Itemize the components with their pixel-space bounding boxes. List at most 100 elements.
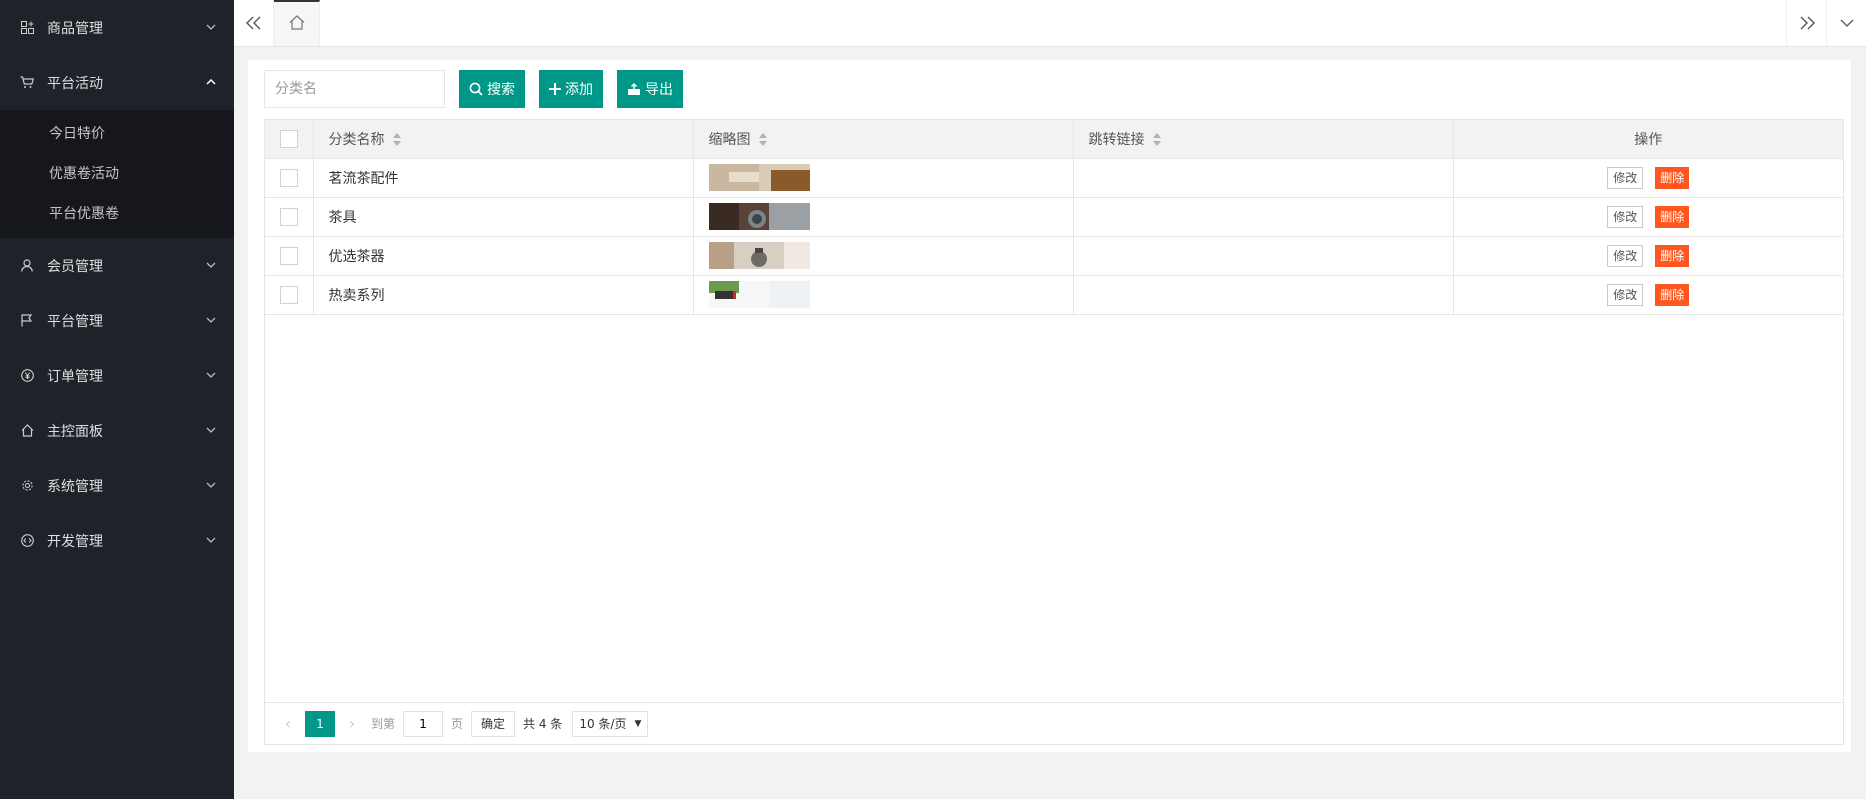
- edit-button[interactable]: 修改: [1607, 166, 1644, 189]
- cart-icon: [20, 76, 34, 90]
- thumbnail-image[interactable]: [708, 281, 810, 308]
- column-header-label: 分类名称: [328, 131, 385, 148]
- search-icon: [469, 82, 483, 96]
- delete-button[interactable]: 删除: [1655, 283, 1690, 306]
- nav-item-goods[interactable]: 商品管理: [0, 0, 234, 55]
- nav-item-system[interactable]: 系统管理: [0, 458, 234, 513]
- page-size-select[interactable]: 10 条/页 ▼: [572, 710, 649, 737]
- category-name-cell: 茶具: [313, 197, 694, 237]
- actions-cell: 修改 删除: [1453, 236, 1843, 276]
- export-icon: [627, 82, 641, 96]
- row-checkbox-cell: [265, 158, 314, 198]
- page-size-value: 10 条/页: [579, 717, 627, 731]
- prev-page-icon[interactable]: ‹: [277, 714, 299, 733]
- goto-confirm-button[interactable]: 确定: [471, 710, 516, 737]
- export-button[interactable]: 导出: [617, 70, 683, 108]
- row-checkbox[interactable]: [279, 285, 298, 304]
- row-checkbox-cell: [265, 236, 314, 276]
- actions-cell: 修改 删除: [1453, 197, 1843, 237]
- subnav-activity: 今日特价 优惠卷活动 平台优惠卷: [0, 110, 234, 238]
- sub-item-platform-coupon[interactable]: 平台优惠卷: [0, 194, 234, 234]
- link-cell: [1073, 197, 1454, 237]
- thumbnail-cell: [693, 197, 1074, 237]
- nav-item-dashboard[interactable]: 主控面板: [0, 403, 234, 458]
- nav-item-label: 主控面板: [47, 423, 103, 440]
- nav-item-dev[interactable]: 开发管理: [0, 513, 234, 568]
- table-header-row: 分类名称 缩略图 跳转链接 操作: [265, 120, 1843, 159]
- tabs-scroll-left-icon[interactable]: [234, 0, 274, 46]
- grid-plus-icon: [20, 21, 34, 35]
- category-name-cell: 优选茶器: [313, 236, 694, 276]
- chevron-down-icon: [206, 370, 216, 381]
- nav-item-label: 会员管理: [47, 258, 103, 275]
- sort-icon[interactable]: [1152, 133, 1161, 147]
- edit-button[interactable]: 修改: [1607, 205, 1644, 228]
- category-search-input[interactable]: [264, 70, 445, 108]
- delete-button[interactable]: 删除: [1655, 244, 1690, 267]
- actions-cell: 修改 删除: [1453, 275, 1843, 315]
- row-checkbox[interactable]: [279, 246, 298, 265]
- link-cell: [1073, 236, 1454, 276]
- main-card: 搜索 添加 导出: [248, 60, 1851, 752]
- edit-button[interactable]: 修改: [1607, 283, 1644, 306]
- plus-icon: [549, 83, 561, 95]
- add-button[interactable]: 添加: [539, 70, 603, 108]
- chevron-down-icon: [206, 315, 216, 326]
- home-icon: [289, 14, 305, 34]
- code-icon: [20, 534, 34, 548]
- sub-item-today-deal[interactable]: 今日特价: [0, 114, 234, 154]
- nav-item-orders[interactable]: 订单管理: [0, 348, 234, 403]
- column-header-actions: 操作: [1453, 120, 1843, 159]
- thumbnail-image[interactable]: [708, 203, 810, 230]
- table-row: 优选茶器 修改 删除: [265, 236, 1843, 276]
- goto-suffix: 页: [451, 717, 464, 731]
- delete-button[interactable]: 删除: [1655, 205, 1690, 228]
- actions-cell: 修改 删除: [1453, 158, 1843, 198]
- nav-item-activity[interactable]: 平台活动: [0, 55, 234, 110]
- column-header-label: 缩略图: [708, 131, 751, 148]
- chevron-down-icon: [206, 425, 216, 436]
- chevron-down-icon: [206, 22, 216, 33]
- row-checkbox-cell: [265, 197, 314, 237]
- link-cell: [1073, 275, 1454, 315]
- column-header-thumbnail[interactable]: 缩略图: [693, 120, 1074, 159]
- table-row: 茗流茶配件 修改 删除: [265, 158, 1843, 198]
- goto-page-input[interactable]: [403, 710, 444, 737]
- search-button[interactable]: 搜索: [459, 70, 525, 108]
- nav-item-platform[interactable]: 平台管理: [0, 293, 234, 348]
- category-name-cell: 茗流茶配件: [313, 158, 694, 198]
- thumbnail-image[interactable]: [708, 242, 810, 269]
- tabs-scroll-right-icon[interactable]: [1786, 0, 1826, 46]
- nav-item-members[interactable]: 会员管理: [0, 238, 234, 293]
- chevron-down-icon: [206, 535, 216, 546]
- thumbnail-image[interactable]: [708, 164, 810, 191]
- nav-item-label: 平台管理: [47, 313, 103, 330]
- next-page-icon[interactable]: ›: [341, 714, 363, 733]
- thumbnail-cell: [693, 275, 1074, 315]
- row-checkbox[interactable]: [279, 168, 298, 187]
- add-button-label: 添加: [565, 82, 593, 98]
- edit-button[interactable]: 修改: [1607, 244, 1644, 267]
- sort-icon[interactable]: [392, 133, 401, 147]
- tab-home[interactable]: [274, 0, 320, 46]
- thumbnail-cell: [693, 158, 1074, 198]
- row-checkbox[interactable]: [279, 207, 298, 226]
- select-all-cell: [265, 120, 314, 159]
- page-current[interactable]: 1: [305, 710, 335, 737]
- user-icon: [20, 259, 34, 273]
- link-cell: [1073, 158, 1454, 198]
- delete-button[interactable]: 删除: [1655, 166, 1690, 189]
- sub-item-coupon-activity[interactable]: 优惠卷活动: [0, 154, 234, 194]
- tabs-menu-chevron-down-icon[interactable]: [1826, 0, 1866, 46]
- goto-prefix: 到第: [371, 717, 396, 731]
- nav-item-label: 系统管理: [47, 478, 103, 495]
- select-all-checkbox[interactable]: [279, 129, 298, 148]
- column-header-name[interactable]: 分类名称: [313, 120, 694, 159]
- yen-icon: [20, 369, 34, 383]
- flag-icon: [20, 314, 34, 328]
- table-row: 热卖系列 修改 删除: [265, 275, 1843, 315]
- sort-icon[interactable]: [758, 133, 767, 147]
- column-header-link[interactable]: 跳转链接: [1073, 120, 1454, 159]
- row-checkbox-cell: [265, 275, 314, 315]
- nav-item-label: 平台活动: [47, 75, 103, 92]
